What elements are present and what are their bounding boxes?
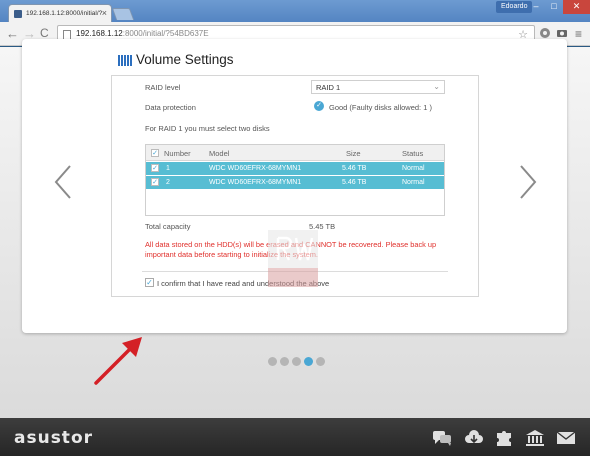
step-dot[interactable] [280, 357, 289, 366]
favicon-icon [14, 10, 22, 18]
camera-extension-icon[interactable] [556, 27, 568, 39]
watermark-logo-icon [268, 230, 318, 287]
tab-title: 192.168.1.12:8000/initial/? [26, 10, 103, 17]
disk-status: Normal [402, 179, 425, 186]
volume-bars-icon [118, 55, 132, 66]
page-title: Volume Settings [136, 52, 234, 67]
column-header-status: Status [402, 149, 424, 158]
browser-titlebar: 192.168.1.12:8000/initial/? × Edoardo – … [0, 0, 590, 22]
cloud-download-icon[interactable] [464, 429, 484, 447]
raid-level-select[interactable]: RAID 1 ⌄ [311, 80, 445, 94]
disk-number: 2 [166, 179, 170, 186]
chat-icon[interactable] [432, 429, 452, 447]
disk-model: WDC WD60EFRX-68MYMN1 [209, 179, 302, 186]
footer-bar: asustor [0, 418, 590, 456]
step-dot[interactable] [268, 357, 277, 366]
step-dot[interactable] [304, 357, 313, 366]
url-host: 192.168.1.12 [76, 29, 123, 38]
total-capacity-label: Total capacity [145, 222, 191, 231]
disk-size: 5.46 TB [342, 179, 367, 186]
disk-status: Normal [402, 165, 425, 172]
url-path: :8000/initial/?54BD637E [122, 29, 209, 38]
column-header-model: Model [209, 149, 230, 158]
browser-tab[interactable]: 192.168.1.12:8000/initial/? × [8, 4, 112, 22]
raid-instruction: For RAID 1 you must select two disks [145, 124, 270, 133]
previous-step-arrow-icon[interactable] [50, 162, 80, 202]
extension-icon[interactable] [539, 27, 551, 39]
check-circle-icon: ✓ [314, 101, 324, 111]
window-close-button[interactable]: ✕ [563, 0, 590, 14]
select-all-checkbox[interactable]: ✓ [151, 149, 159, 157]
disk-size: 5.46 TB [342, 165, 367, 172]
annotation-arrow-icon [94, 337, 142, 385]
new-tab-button[interactable] [111, 8, 135, 20]
next-step-arrow-icon[interactable] [515, 162, 545, 202]
table-row[interactable]: ✓ 2 WDC WD60EFRX-68MYMN1 5.46 TB Normal [146, 176, 444, 189]
chevron-down-icon: ⌄ [433, 82, 440, 91]
data-protection-label: Data protection [145, 103, 196, 112]
table-header: ✓ Number Model Size Status [146, 145, 444, 161]
disk-model: WDC WD60EFRX-68MYMN1 [209, 165, 302, 172]
minimize-button[interactable]: – [527, 0, 545, 14]
column-header-number: Number [164, 149, 191, 158]
maximize-button[interactable]: □ [545, 0, 563, 14]
data-protection-value: Good (Faulty disks allowed: 1 ) [329, 103, 432, 112]
puzzle-icon[interactable] [494, 429, 514, 447]
disk-number: 1 [166, 165, 170, 172]
table-row[interactable]: ✓ 1 WDC WD60EFRX-68MYMN1 5.46 TB Normal [146, 162, 444, 175]
step-dot[interactable] [316, 357, 325, 366]
chrome-menu-icon[interactable]: ≡ [575, 27, 582, 41]
raid-level-label: RAID level [145, 83, 181, 92]
back-button[interactable]: ← [6, 27, 19, 40]
disk-table: ✓ Number Model Size Status ✓ 1 WDC WD60E… [145, 144, 445, 216]
column-header-size: Size [346, 149, 361, 158]
mail-icon[interactable] [556, 429, 576, 447]
row-checkbox[interactable]: ✓ [151, 164, 159, 172]
step-dot[interactable] [292, 357, 301, 366]
row-checkbox[interactable]: ✓ [151, 178, 159, 186]
confirm-checkbox[interactable]: ✓ [145, 278, 154, 287]
asustor-logo: asustor [14, 428, 94, 448]
bank-icon[interactable] [525, 429, 545, 447]
raid-level-value: RAID 1 [316, 83, 341, 92]
tab-close-icon[interactable]: × [102, 8, 107, 18]
